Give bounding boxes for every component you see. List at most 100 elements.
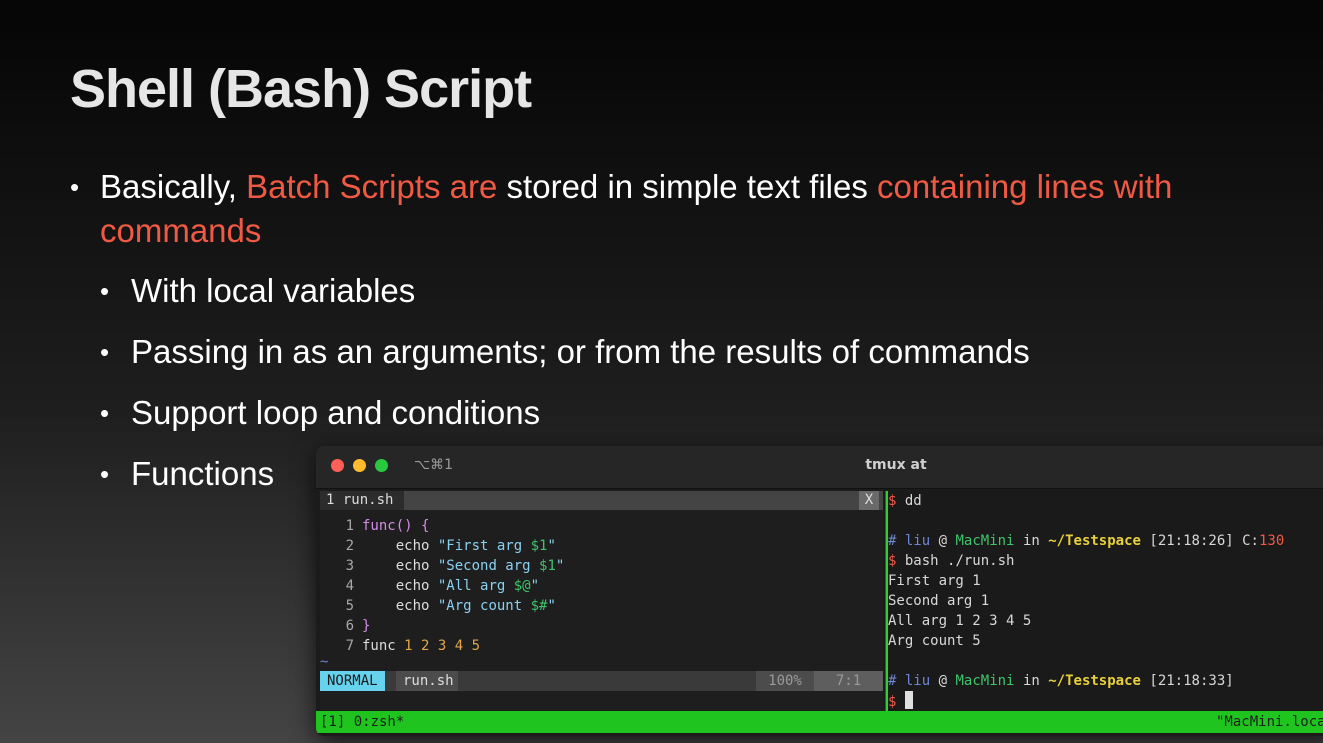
line-number: 5 (345, 598, 354, 614)
prompt-symbol: $ (888, 493, 897, 509)
slide-title: Shell (Bash) Script (70, 59, 532, 119)
code-line: 3 echo "Second arg $1" (320, 556, 565, 576)
shell-blank-line (888, 511, 1323, 531)
code-string-end: " (530, 578, 540, 594)
shell-line: $ bash ./run.sh (888, 551, 1323, 571)
code-string: "First arg (437, 538, 531, 554)
tmux-hostname: "MacMini.local" (1216, 714, 1323, 730)
prompt-time: [21:18:26] (1149, 533, 1234, 549)
prompt-in: in (1022, 533, 1040, 549)
buffer-tab-run-sh[interactable]: 1 run.sh (320, 491, 404, 510)
empty-line-tilde: ~ (320, 654, 329, 670)
code-line: 7 func 1 2 3 4 5 (320, 636, 564, 656)
terminal-titlebar[interactable]: ⌥⌘1 tmux at (316, 446, 1323, 489)
tmux-window-list[interactable]: [1] 0:zsh* (320, 711, 404, 733)
prompt-info-line: # liu @ MacMini in ~/Testspace [21:18:26… (888, 531, 1323, 551)
terminal-window[interactable]: ⌥⌘1 tmux at 1 run.sh X 1 func() { 2 echo … (316, 446, 1323, 736)
prompt-symbol: $ (888, 553, 897, 569)
output-line: Second arg 1 (888, 593, 990, 609)
sub-bullet: • With local variables (70, 269, 1310, 313)
main-bullet-text-2: stored in simple text files (497, 168, 878, 205)
tmux-status-bar: [1] 0:zsh* "MacMini.local" (316, 711, 1323, 733)
code-string: "All arg (437, 578, 514, 594)
status-filename: run.sh (396, 671, 458, 691)
command-text: bash ./run.sh (904, 553, 1015, 569)
code-string-end: " (547, 598, 556, 614)
bullet-dot: • (100, 459, 110, 489)
mode-indicator: NORMAL (320, 671, 385, 691)
code-keyword: echo (395, 578, 430, 594)
main-bullet-highlight-1: Batch Scripts are (246, 168, 498, 205)
output-line: First arg 1 (888, 573, 981, 589)
line-number: 3 (345, 558, 354, 574)
vim-buffer-bar: 1 run.sh X (320, 491, 883, 510)
main-bullet: • Basically, Batch Scripts are stored in… (70, 165, 1310, 253)
sub-bullet-text: Passing in as an arguments; or from the … (131, 333, 1030, 370)
code-text: } (362, 618, 371, 634)
status-position: 7:1 (814, 671, 883, 691)
code-text: func (362, 638, 396, 654)
code-variable: $1 (539, 558, 556, 574)
sub-bullet-text: With local variables (131, 272, 416, 309)
prompt-time: [21:18:33] (1149, 673, 1234, 689)
bullet-dot: • (100, 337, 110, 367)
prompt-hash: # (888, 533, 897, 549)
code-variable: $1 (530, 538, 548, 554)
prompt-host: MacMini (955, 673, 1015, 689)
command-text: dd (904, 493, 922, 509)
code-keyword: echo (395, 558, 430, 574)
shell-pane[interactable]: $ dd # liu @ MacMini in ~/Testspace [21:… (888, 491, 1323, 711)
code-area[interactable]: 1 func() { 2 echo "First arg $1" 3 echo "… (320, 516, 565, 656)
bullet-dot: • (100, 276, 110, 306)
output-line: Arg count 5 (888, 633, 981, 649)
output-line: All arg 1 2 3 4 5 (888, 613, 1032, 629)
status-percent: 100% (756, 671, 814, 691)
prompt-path: ~/Testspace (1048, 533, 1141, 549)
line-number: 6 (345, 618, 354, 634)
line-number: 7 (345, 638, 354, 654)
window-title: tmux at (865, 457, 927, 473)
prompt-path: ~/Testspace (1048, 673, 1141, 689)
prompt-user: liu (904, 533, 931, 549)
sub-bullet: • Passing in as an arguments; or from th… (70, 330, 1310, 374)
prompt-at: @ (938, 533, 948, 549)
code-line: 2 echo "First arg $1" (320, 536, 564, 556)
prompt-host: MacMini (955, 533, 1015, 549)
vim-editor-pane[interactable]: 1 run.sh X 1 func() { 2 echo "First arg $… (320, 491, 883, 711)
prompt-user: liu (904, 673, 931, 689)
text-cursor[interactable] (904, 691, 913, 709)
prompt-in: in (1022, 673, 1040, 689)
code-line: 4 echo "All arg $@" (320, 576, 564, 596)
code-string-end: " (547, 538, 556, 554)
sub-bullet-text: Support loop and conditions (131, 394, 541, 431)
code-text: func() { (362, 518, 430, 534)
line-number: 4 (345, 578, 354, 594)
code-string-end: " (555, 558, 565, 574)
bullet-dot: • (100, 398, 110, 428)
main-bullet-text-1: Basically, (100, 168, 247, 205)
bullet-dot: • (70, 172, 80, 202)
code-keyword: echo (395, 598, 430, 614)
prompt-info-line: # liu @ MacMini in ~/Testspace [21:18:33… (888, 671, 1323, 691)
code-args: 1 2 3 4 5 (404, 638, 481, 654)
code-variable: $# (530, 598, 548, 614)
shell-line: $ dd (888, 491, 1323, 511)
shell-blank-line (888, 651, 1323, 671)
code-keyword: echo (395, 538, 430, 554)
code-variable: $@ (513, 578, 531, 594)
code-string: "Arg count (437, 598, 531, 614)
prompt-hash: # (888, 673, 897, 689)
buffer-close-button[interactable]: X (859, 491, 879, 510)
line-number: 2 (345, 538, 354, 554)
vim-statusline: NORMAL run.sh 100% 7:1 (320, 671, 883, 691)
active-prompt-line[interactable]: $ (888, 691, 1323, 711)
code-line: 6} (320, 616, 564, 636)
code-line: 5 echo "Arg count $#" (320, 596, 564, 616)
line-number: 1 (345, 518, 354, 534)
exit-code-label: C: (1242, 533, 1259, 549)
prompt-at: @ (938, 673, 948, 689)
prompt-symbol: $ (888, 694, 897, 710)
exit-code-value: 130 (1258, 533, 1285, 549)
sub-bullet-text: Functions (131, 455, 275, 492)
code-line: 1 func() { (320, 516, 564, 536)
